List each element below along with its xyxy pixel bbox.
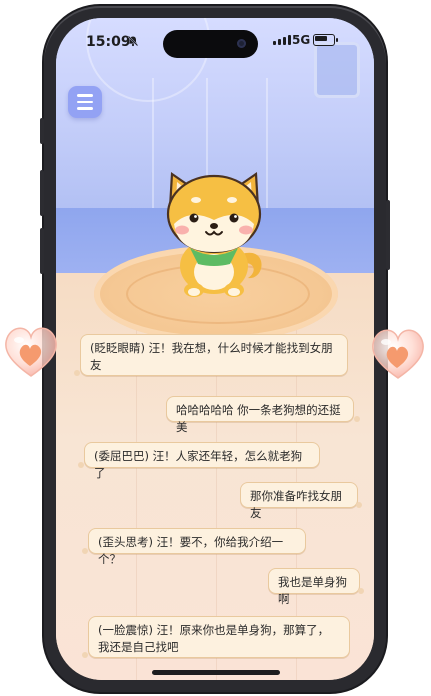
hamburger-menu-icon[interactable] [68,86,102,118]
volume-up-button [40,170,44,216]
bubble-tail [82,652,88,658]
bubble-tail [78,462,84,468]
chat-message-right: 哈哈哈哈哈 你一条老狗想的还挺美 [166,396,354,434]
chat-message-text: (眨眨眼睛) 汪！我在想，什么时候才能找到女朋友 [90,341,333,372]
chat-message-left: (眨眨眼睛) 汪！我在想，什么时候才能找到女朋友 [80,334,348,376]
bubble-tail [82,548,88,554]
dynamic-island [163,30,258,58]
power-button [386,200,390,270]
front-camera [237,39,246,48]
chat-message-left: (一脸震惊) 汪！原来你也是单身狗，那算了，我还是自己找吧 [88,616,350,658]
shiba-dog-icon[interactable] [150,168,280,300]
chat-message-right: 那你准备咋找女朋友 [240,482,358,520]
bubble-tail [354,416,360,422]
bell-slash-icon [127,35,139,50]
network-type: 5G [292,33,311,47]
heart-icon [372,329,424,379]
chat-message-text: (一脸震惊) 汪！原来你也是单身狗，那算了，我还是自己找吧 [98,623,330,654]
battery-icon [313,34,335,46]
chat-message-left: (委屈巴巴) 汪！人家还年轻，怎么就老狗了 [84,442,320,480]
cellular-signal-icon [273,35,291,45]
action-button [40,118,44,144]
bubble-tail [358,588,364,594]
heart-icon [5,327,57,377]
chat-message-right: 我也是单身狗啊 [268,568,360,606]
bubble-tail [74,370,80,376]
volume-down-button [40,228,44,274]
home-indicator[interactable] [152,670,280,675]
wall-picture-frame [314,42,360,98]
battery-cap [336,38,338,42]
status-time: 15:09 [86,34,131,50]
app-canvas: 15:09 5G (眨眨眼睛) 汪！我在想，什么时候才能找到女朋友 哈哈哈哈哈 … [0,0,431,696]
bubble-tail [356,502,362,508]
chat-message-left: (歪头思考) 汪！要不，你给我介绍一个？ [88,528,306,566]
